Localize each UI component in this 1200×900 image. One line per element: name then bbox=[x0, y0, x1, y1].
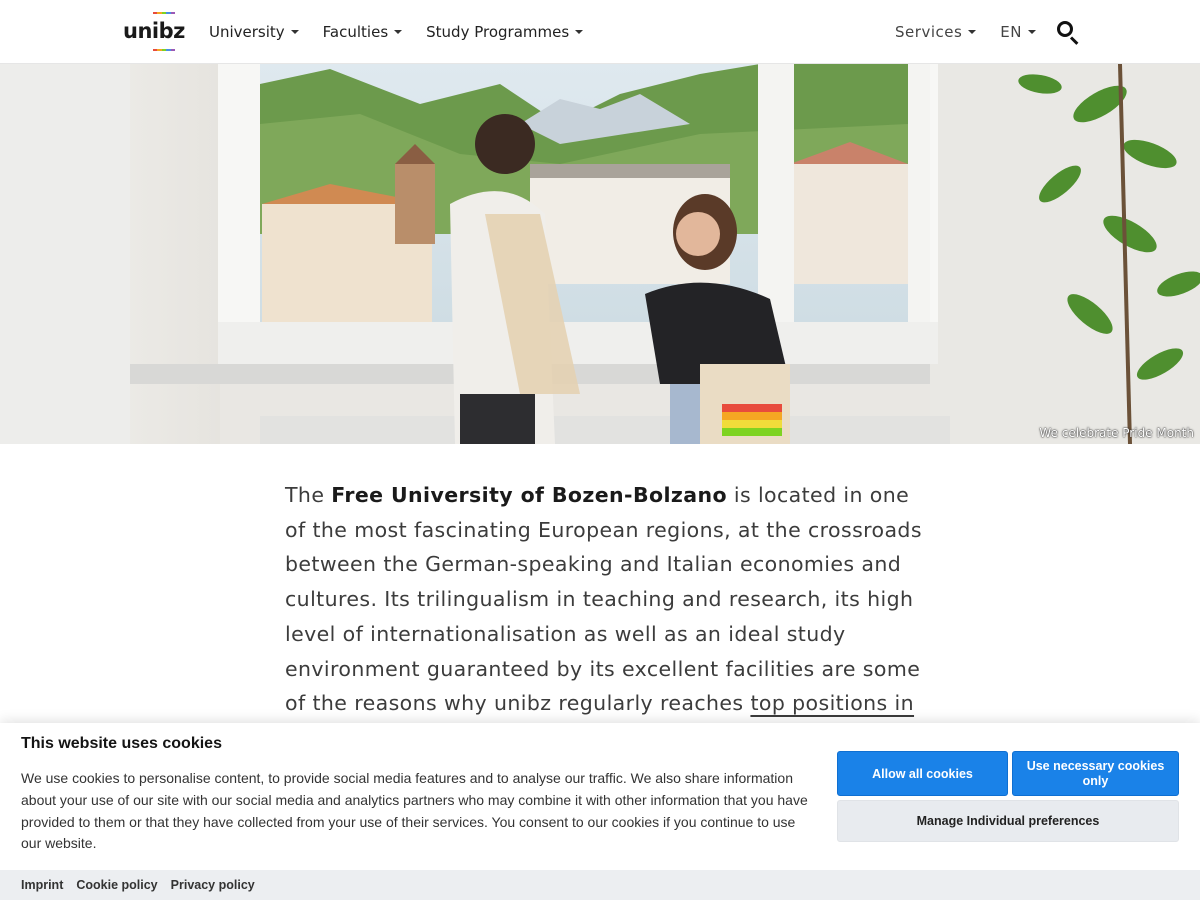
imprint-link[interactable]: Imprint bbox=[21, 878, 63, 892]
intro-prefix: The bbox=[285, 483, 332, 507]
caret-down-icon bbox=[394, 30, 403, 34]
nav-label: University bbox=[209, 23, 285, 41]
utility-nav: Services EN bbox=[871, 0, 1080, 64]
hero-image: We celebrate Pride Month bbox=[0, 64, 1200, 444]
language-label: EN bbox=[1000, 23, 1022, 41]
nav-label: Services bbox=[895, 23, 963, 41]
nav-label: Faculties bbox=[322, 23, 389, 41]
logo-text: unibz bbox=[123, 19, 185, 43]
language-selector[interactable]: EN bbox=[1000, 23, 1036, 41]
manage-preferences-button[interactable]: Manage Individual preferences bbox=[837, 800, 1179, 842]
caret-down-icon bbox=[1028, 30, 1036, 34]
cookie-footer: Imprint Cookie policy Privacy policy bbox=[0, 870, 1200, 900]
cookie-title: This website uses cookies bbox=[21, 735, 222, 752]
nav-item-study-programmes[interactable]: Study Programmes bbox=[426, 23, 584, 41]
nav-label: Study Programmes bbox=[426, 23, 570, 41]
cookie-policy-link[interactable]: Cookie policy bbox=[76, 878, 157, 892]
caret-down-icon bbox=[575, 30, 584, 34]
main-nav: University Faculties Study Programmes bbox=[209, 0, 607, 64]
cookie-description: We use cookies to personalise content, t… bbox=[21, 770, 808, 852]
cookie-banner: This website uses cookies We use cookies… bbox=[0, 723, 1200, 900]
unibz-logo[interactable]: unibz bbox=[123, 12, 185, 52]
caret-down-icon bbox=[290, 30, 299, 34]
nav-item-faculties[interactable]: Faculties bbox=[322, 23, 403, 41]
hero-caption: We celebrate Pride Month bbox=[1039, 426, 1194, 440]
university-name: Free University of Bozen-Bolzano bbox=[331, 483, 727, 507]
search-icon[interactable] bbox=[1056, 20, 1080, 45]
intro-body: is located in one of the most fascinatin… bbox=[285, 483, 922, 716]
privacy-policy-link[interactable]: Privacy policy bbox=[171, 878, 255, 892]
nav-item-university[interactable]: University bbox=[209, 23, 299, 41]
caret-down-icon bbox=[968, 30, 977, 34]
allow-all-cookies-button[interactable]: Allow all cookies bbox=[837, 751, 1008, 796]
hero-illustration bbox=[0, 64, 1200, 444]
nav-item-services[interactable]: Services bbox=[895, 23, 977, 41]
necessary-cookies-button[interactable]: Use necessary cookies only bbox=[1012, 751, 1179, 796]
intro-paragraph: The Free University of Bozen-Bolzano is … bbox=[285, 478, 925, 756]
logo-stripe-bottom bbox=[153, 49, 176, 51]
logo-stripe-top bbox=[153, 12, 176, 14]
site-header: unibz University Faculties Study Program… bbox=[0, 0, 1200, 64]
